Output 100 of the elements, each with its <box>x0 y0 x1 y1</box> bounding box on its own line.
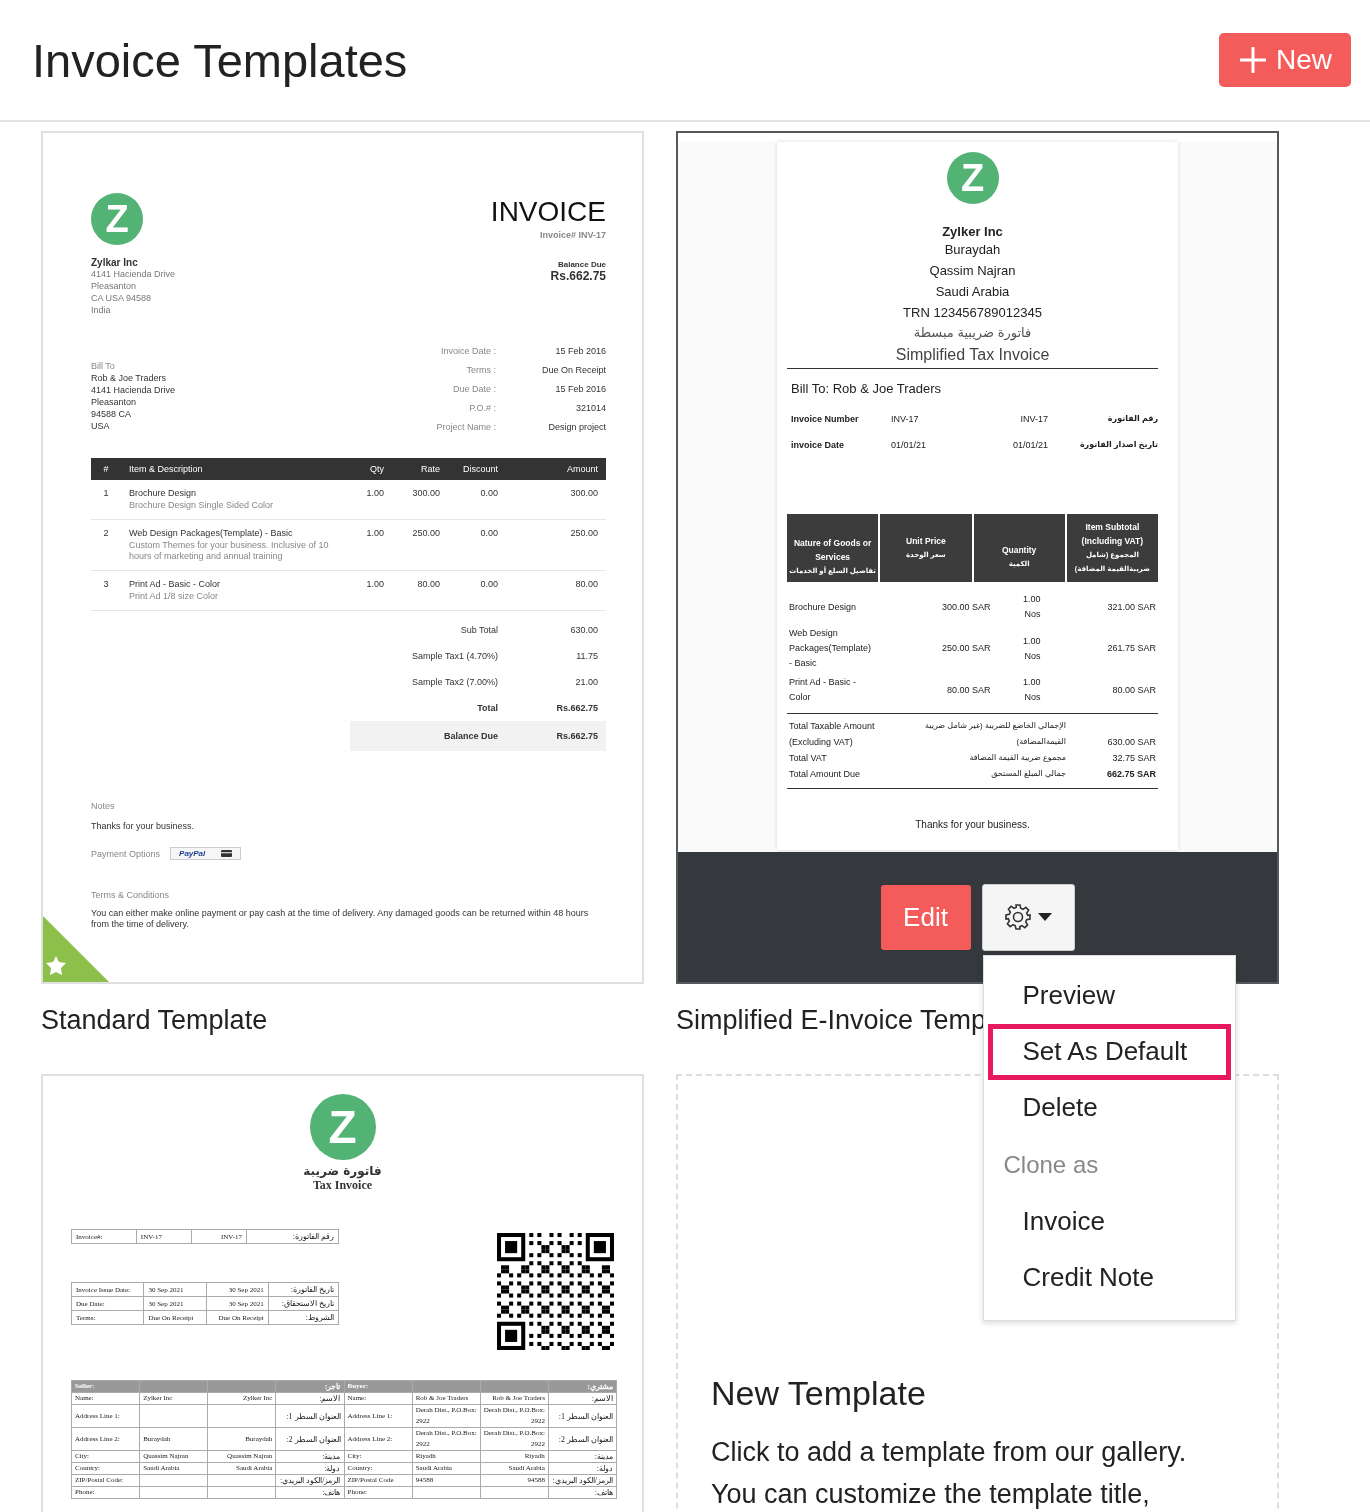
item-description: Custom Themes for your business. Inclusive of 10 hours of marketing and annual training <box>129 540 330 562</box>
field-label: Project Name : <box>435 422 496 432</box>
total-value: 21.00 <box>574 677 598 687</box>
settings-button[interactable] <box>981 883 1075 951</box>
total-value: Rs.662.75 <box>555 731 598 741</box>
total-label: Total <box>476 703 498 713</box>
credit-card-icon <box>221 850 233 857</box>
column-header: Amount <box>565 464 599 474</box>
table-cell: العنوان السطر 2: <box>275 1427 344 1451</box>
column-header: Rate <box>420 464 441 474</box>
item-name: Brochure Design <box>129 488 198 498</box>
table-cell-text: 1 <box>102 488 110 500</box>
document-title: فاتورة ضريبة <box>302 1164 383 1178</box>
total-label: Sample Tax2 (7.00%) <box>411 677 498 687</box>
total-label: Total Amount Due <box>789 768 862 781</box>
address-line: TRN 123456789012345 <box>902 304 1043 322</box>
footer-text: Thanks for your business. <box>914 819 1031 830</box>
total-value: 630.00 <box>569 625 598 635</box>
bill-to-label: Bill To <box>91 360 116 372</box>
total-label: Sample Tax1 (4.70%) <box>411 651 498 661</box>
table-cell-text: Invoice Number <box>791 414 860 424</box>
menu-item[interactable]: Delete <box>987 1079 1231 1136</box>
total-label: جمالي المبلغ المستحق <box>990 768 1066 780</box>
total-label: الإجمالي الخاضع للضريبة (غير شامل ضريبة القيمةالمضافة) <box>924 720 1066 748</box>
item-name: Web Design Packages(Template) - Basic <box>129 528 294 538</box>
table-cell-text: 80.00 SAR <box>945 683 991 697</box>
table-cell-text: Print Ad - Basic - Color <box>789 676 858 704</box>
card-description: Click to add a template from our gallery. You can customize the template title, <box>711 1436 1188 1511</box>
total-value: Rs.662.75 <box>555 703 598 713</box>
menu-heading: Clone as <box>1002 1149 1100 1180</box>
table-cell: تاريخ الاستحقاق: <box>268 1296 339 1311</box>
total-label: مجموع ضريبة القيمة المضافة <box>968 752 1066 764</box>
menu-item[interactable]: Preview <box>987 967 1231 1024</box>
table-cell: الاسم: <box>275 1392 344 1405</box>
balance-label: Balance Due <box>556 260 606 269</box>
notes-label: Notes <box>91 801 116 811</box>
table-cell-text: 1.00 <box>365 488 385 500</box>
table-cell-text: 300.00 <box>411 488 441 500</box>
document-title: Tax Invoice <box>311 1178 373 1193</box>
address-line: Qassim Najran <box>928 262 1017 280</box>
total-label: Balance Due <box>442 731 498 741</box>
address-line: 4141 Hacienda Drive <box>91 268 176 280</box>
table-cell: العنوان السطر 1: <box>548 1404 617 1428</box>
logo: Z <box>309 1094 376 1160</box>
field-value: Design project <box>547 422 606 432</box>
table-cell-text: 01/01/21 <box>1011 440 1048 450</box>
document-title: INVOICE <box>490 196 606 228</box>
bill-to: Bill To: Rob & Joe Traders <box>791 381 943 396</box>
address-line: USA <box>91 420 111 432</box>
table-cell: الرمز/الكود البريدي: <box>275 1474 344 1487</box>
document-title: فاتورة ضريبية مبسطة <box>912 325 1033 340</box>
table-cell-text: Brochure Design <box>789 600 858 614</box>
field-value: 15 Feb 2016 <box>554 384 606 394</box>
address-line: Buraydah <box>943 241 1002 259</box>
item-description: Print Ad 1/8 size Color <box>129 591 220 602</box>
address-line: Pleasanton <box>91 280 138 292</box>
total-label: Sub Total <box>459 625 498 635</box>
total-value: 630.00 SAR <box>1106 736 1156 749</box>
balance-amount: Rs.662.75 <box>549 269 606 283</box>
company-name: Zylker Inc <box>941 224 1004 239</box>
logo: Z <box>91 193 143 245</box>
table-cell-text: 1.00 Nos <box>1021 676 1041 704</box>
menu-item[interactable]: Invoice <box>987 1193 1231 1250</box>
table-cell: رقم الفاتورة: <box>246 1229 339 1244</box>
caret-icon <box>1038 913 1052 921</box>
table-cell-text: 2 <box>102 528 110 540</box>
menu-item[interactable]: Set As Default <box>987 1023 1231 1080</box>
column-title: Quantity <box>1000 544 1038 557</box>
page-title: Invoice Templates <box>32 32 408 88</box>
table-cell-text: 250.00 SAR <box>940 642 991 655</box>
total-label: Total Taxable Amount (Excluding VAT) <box>789 720 876 749</box>
table-cell: الشروط: <box>268 1310 339 1325</box>
table-cell-text: INV-17 <box>1019 414 1048 424</box>
table-cell: مدينة: <box>275 1450 344 1463</box>
brand-name: PayPal <box>179 849 206 858</box>
table-cell: العنوان السطر 1: <box>275 1404 344 1428</box>
table-cell: هاتف: <box>548 1486 617 1499</box>
address-line: Rob & Joe Traders <box>91 372 168 384</box>
table-cell-text: 80.00 SAR <box>1111 683 1156 697</box>
qr-code-icon <box>497 1233 614 1350</box>
table-cell-text: INV-17 <box>891 414 920 424</box>
table-cell-text: invoice Date <box>791 440 846 450</box>
logo: Z <box>946 152 999 204</box>
table-cell-text: Web Design Packages(Template) - Basic <box>789 627 873 670</box>
address-line: Saudi Arabia <box>934 283 1011 301</box>
settings-icon <box>1004 903 1032 931</box>
table-cell-text: 3 <box>102 579 110 591</box>
table-cell: دولة: <box>548 1462 617 1475</box>
field-value: 15 Feb 2016 <box>554 346 606 356</box>
table-cell-text: 250.00 <box>411 528 441 540</box>
template-name: Standard Template <box>41 1005 269 1036</box>
table-cell-text: رقم الفاتورة <box>1106 414 1158 424</box>
total-value: 662.75 SAR <box>1105 768 1156 781</box>
table-cell-text: 80.00 <box>416 579 441 591</box>
table-cell: تاريخ الفاتورة: <box>268 1282 339 1297</box>
table-cell-text: 1.00 Nos <box>1021 593 1041 621</box>
item-description: Brochure Design Single Sided Color <box>129 500 275 511</box>
company-name: Zylkar Inc <box>91 257 139 268</box>
menu-item[interactable]: Credit Note <box>987 1249 1231 1306</box>
field-label: Invoice Date : <box>439 346 496 356</box>
